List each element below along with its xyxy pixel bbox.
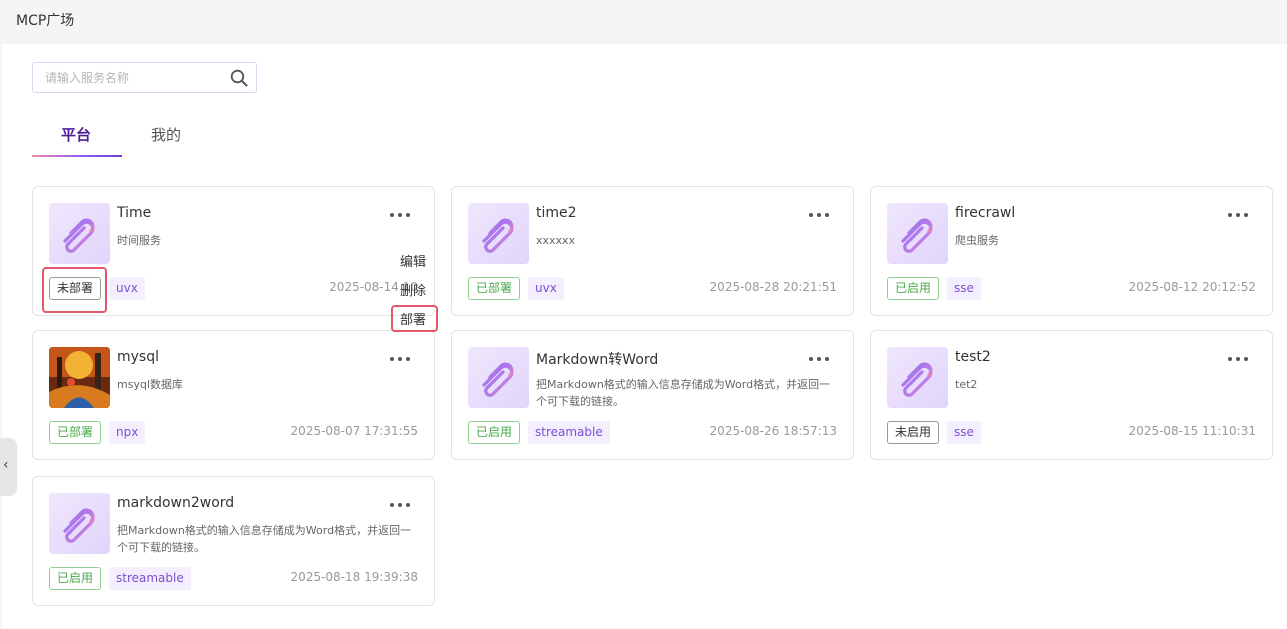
service-name: Time bbox=[117, 205, 152, 221]
service-name: time2 bbox=[536, 205, 577, 221]
type-tag: streamable bbox=[528, 421, 610, 444]
page-title: MCP广场 bbox=[16, 13, 75, 29]
service-name: mysql bbox=[117, 349, 159, 365]
sidebar-collapse-handle[interactable]: ‹ bbox=[0, 438, 17, 496]
updated-timestamp: 2025-08-26 18:57:13 bbox=[709, 424, 837, 438]
mcp-service-card[interactable]: mysql msyql数据库已部署 npx 2025-08-07 17:31:55 bbox=[32, 330, 435, 460]
mcp-service-card[interactable]: firecrawl 爬虫服务已启用 sse 2025-08-12 20:12:52 bbox=[870, 186, 1273, 316]
service-name: markdown2word bbox=[117, 495, 235, 511]
service-description: 爬虫服务 bbox=[955, 234, 999, 247]
tab-platform[interactable]: 平台 bbox=[61, 124, 91, 145]
more-dots-icon[interactable] bbox=[1228, 209, 1250, 221]
service-description: tet2 bbox=[955, 378, 978, 391]
search-icon[interactable] bbox=[230, 69, 248, 87]
menu-item-deploy[interactable]: 部署 bbox=[400, 309, 426, 328]
service-description: 把Markdown格式的输入信息存储成为Word格式，并返回一个可下载的链接。 bbox=[536, 378, 831, 408]
paperclip-logo-icon bbox=[468, 203, 529, 264]
menu-item-delete[interactable]: 删除 bbox=[400, 280, 426, 299]
chevron-left-icon: ‹ bbox=[3, 457, 9, 473]
mcp-service-card[interactable]: test2 tet2 未启用 sse 2025-08-15 11:10:31 bbox=[870, 330, 1273, 460]
service-name: firecrawl bbox=[955, 205, 1016, 221]
service-description: 把Markdown格式的输入信息存储成为Word格式，并返回一个可下载的链接。 bbox=[117, 524, 412, 554]
more-dots-icon[interactable] bbox=[1228, 353, 1250, 365]
type-tag: streamable bbox=[109, 567, 191, 590]
paperclip-logo-icon bbox=[887, 347, 948, 408]
updated-timestamp: 2025-08-28 20:21:51 bbox=[709, 280, 837, 294]
service-description: 时间服务 bbox=[117, 234, 161, 247]
service-image-logo bbox=[49, 347, 110, 408]
type-tag: npx bbox=[109, 421, 146, 444]
updated-timestamp: 2025-08-15 11:10:31 bbox=[1128, 424, 1256, 438]
mcp-service-card[interactable]: time2 xxxxxx 已部署 uvx 2025-08-28 20:21:51 bbox=[451, 186, 854, 316]
page-header: MCP广场 bbox=[0, 0, 1287, 44]
type-tag: sse bbox=[947, 421, 981, 444]
status-badge: 已启用 bbox=[49, 567, 102, 590]
paperclip-logo-icon bbox=[887, 203, 948, 264]
paperclip-logo-icon bbox=[468, 347, 529, 408]
status-badge: 未启用 bbox=[887, 421, 940, 444]
type-tag: sse bbox=[947, 277, 981, 300]
status-badge: 已部署 bbox=[49, 421, 102, 444]
more-dots-icon[interactable] bbox=[809, 353, 831, 365]
paperclip-logo-icon bbox=[49, 493, 110, 554]
status-badge: 已启用 bbox=[887, 277, 940, 300]
more-dots-icon[interactable] bbox=[390, 499, 412, 511]
service-description: msyql数据库 bbox=[117, 378, 183, 391]
paperclip-logo-icon bbox=[49, 203, 110, 264]
menu-item-edit[interactable]: 编辑 bbox=[400, 251, 426, 270]
more-dots-icon[interactable] bbox=[390, 209, 412, 221]
type-tag: uvx bbox=[528, 277, 564, 300]
updated-timestamp: 2025-08-18 19:39:38 bbox=[290, 570, 418, 584]
card-actions-menu: 编辑 删除 部署 bbox=[390, 245, 440, 335]
mcp-service-card[interactable]: Markdown转Word 把Markdown格式的输入信息存储成为Word格式，… bbox=[451, 330, 854, 460]
search-box[interactable] bbox=[32, 62, 257, 93]
search-input[interactable] bbox=[45, 69, 225, 87]
updated-timestamp: 2025-08-07 17:31:55 bbox=[290, 424, 418, 438]
updated-timestamp: 2025-08-12 20:12:52 bbox=[1128, 280, 1256, 294]
status-badge: 已启用 bbox=[468, 421, 521, 444]
mcp-service-card[interactable]: markdown2word 把Markdown格式的输入信息存储成为Word格式，… bbox=[32, 476, 435, 606]
service-name: test2 bbox=[955, 349, 991, 365]
more-dots-icon[interactable] bbox=[390, 353, 412, 365]
service-name: Markdown转Word bbox=[536, 352, 659, 368]
status-badge: 已部署 bbox=[468, 277, 521, 300]
tab-mine[interactable]: 我的 bbox=[151, 124, 181, 145]
status-highlight-box bbox=[42, 267, 107, 313]
type-tag: uvx bbox=[109, 277, 145, 300]
more-dots-icon[interactable] bbox=[809, 209, 831, 221]
service-description: xxxxxx bbox=[536, 234, 576, 247]
active-tab-indicator bbox=[32, 155, 122, 157]
